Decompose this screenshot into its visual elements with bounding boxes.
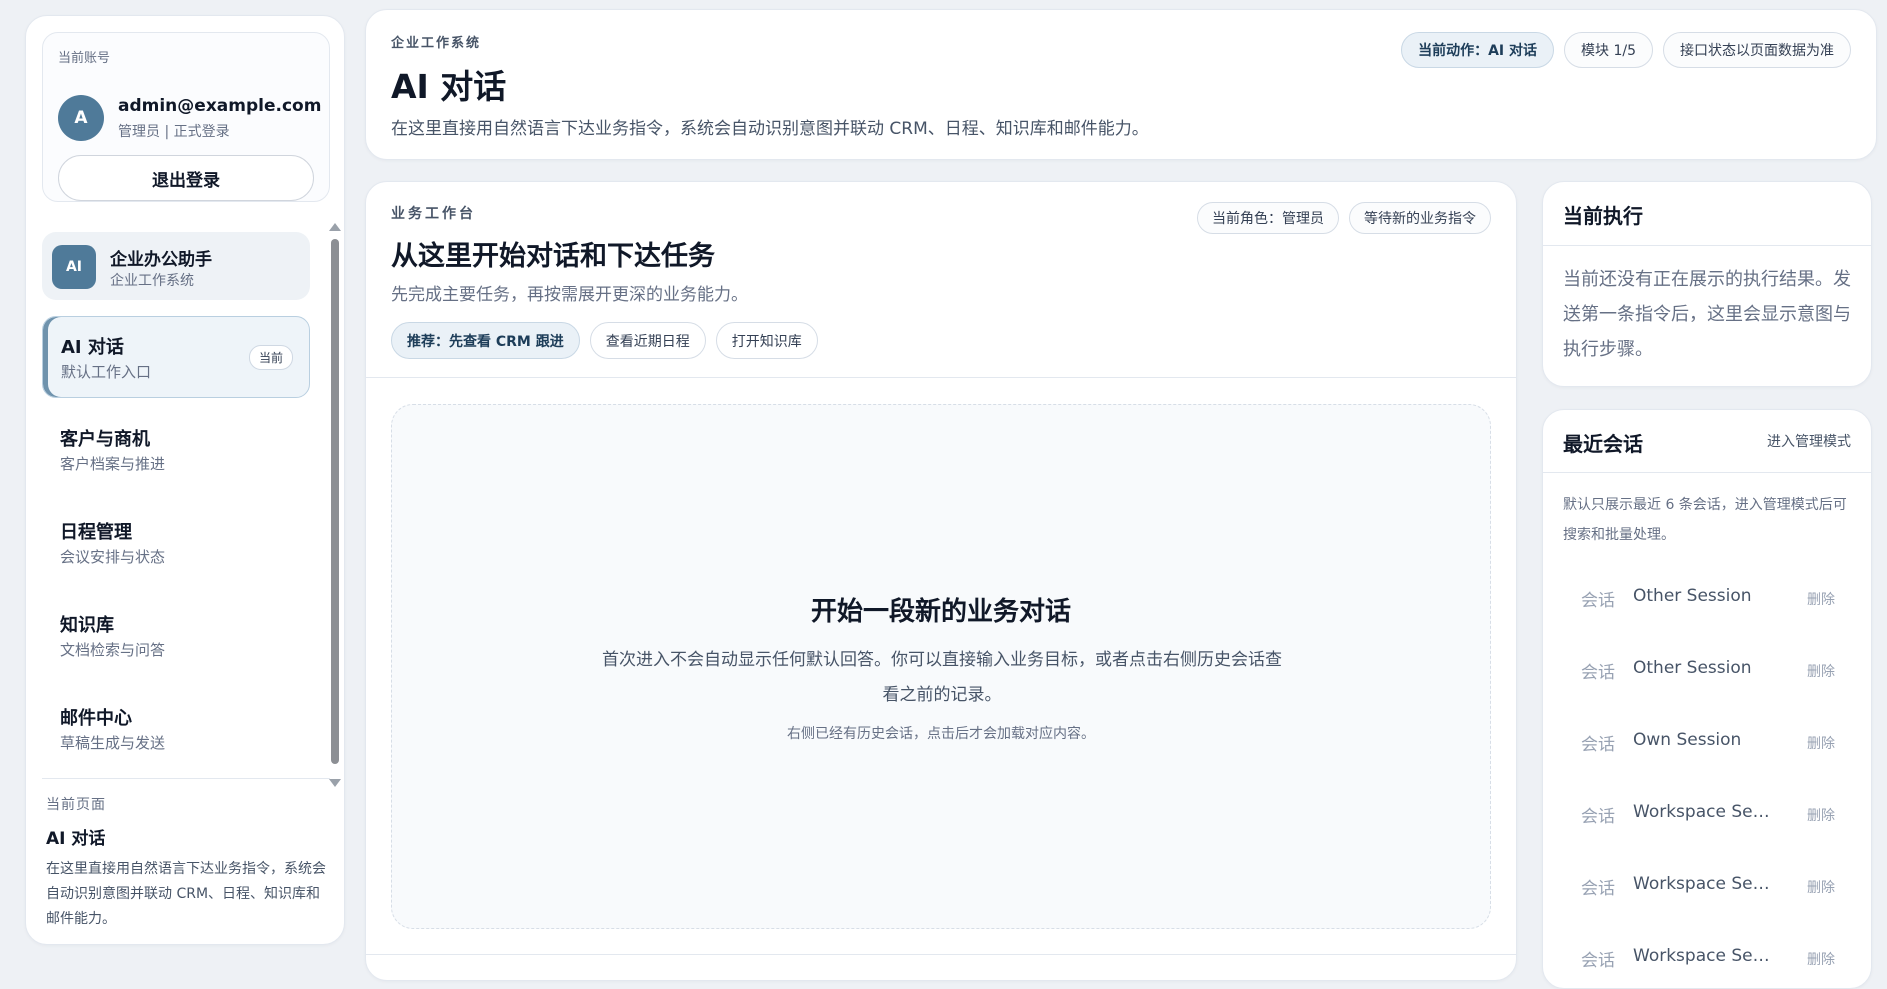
chat-empty-state: 开始一段新的业务对话 首次进入不会自动显示任何默认回答。你可以直接输入业务目标，…: [391, 404, 1491, 929]
session-list: 会话 Other Session 删除 会话 Other Session 删除 …: [1563, 570, 1853, 988]
sidebar-item-mail[interactable]: 邮件中心 草稿生成与发送: [42, 688, 310, 770]
workspace-bottom-divider: [366, 954, 1516, 955]
session-item[interactable]: 会话 Workspace Session 删除: [1563, 786, 1853, 858]
session-name: Other Session: [1633, 658, 1752, 678]
sidebar-scrollbar[interactable]: [329, 223, 341, 789]
workspace-eyebrow: 业务工作台: [391, 206, 476, 222]
current-page-label: 当前页面: [46, 797, 106, 813]
open-knowledge-button[interactable]: 打开知识库: [715, 322, 818, 359]
workspace-title: 从这里开始对话和下达任务: [391, 241, 715, 272]
sidebar-nav: AI 对话 默认工作入口 当前 客户与商机 客户档案与推进 日程管理 会议安排与…: [42, 316, 310, 781]
scrollbar-thumb[interactable]: [331, 239, 339, 764]
view-schedule-button[interactable]: 查看近期日程: [589, 322, 706, 359]
sidebar-item-desc: 草稿生成与发送: [60, 734, 166, 752]
sidebar-item-title: 邮件中心: [60, 708, 132, 729]
session-item[interactable]: 会话 Other Session 删除: [1563, 570, 1853, 642]
sidebar-item-title: AI 对话: [61, 337, 124, 358]
api-status-chip: 接口状态以页面数据为准: [1663, 32, 1851, 68]
sidebar-item-ai-chat[interactable]: AI 对话 默认工作入口 当前: [42, 316, 310, 398]
page-header: 企业工作系统 AI 对话 在这里直接用自然语言下达业务指令，系统会自动识别意图并…: [365, 9, 1877, 160]
session-name: Workspace Session: [1633, 802, 1778, 822]
sidebar-item-crm[interactable]: 客户与商机 客户档案与推进: [42, 409, 310, 491]
sidebar-item-desc: 文档检索与问答: [60, 641, 166, 659]
delete-session-button[interactable]: 删除: [1807, 805, 1835, 825]
sidebar-item-desc: 默认工作入口: [61, 363, 152, 381]
workspace-desc: 先完成主要任务，再按需展开更深的业务能力。: [391, 285, 748, 305]
header-eyebrow: 企业工作系统: [391, 36, 482, 51]
session-name: Other Session: [1633, 586, 1752, 606]
execution-panel: 当前执行 当前还没有正在展示的执行结果。发送第一条指令后，这里会显示意图与执行步…: [1542, 181, 1872, 387]
quick-actions: 推荐：先查看 CRM 跟进 查看近期日程 打开知识库: [391, 322, 818, 359]
sidebar-item-knowledge[interactable]: 知识库 文档检索与问答: [42, 595, 310, 677]
session-kind-label: 会话: [1581, 879, 1615, 899]
header-chips: 当前动作：AI 对话 模块 1/5 接口状态以页面数据为准: [1401, 32, 1851, 68]
role-chip: 当前角色：管理员: [1197, 202, 1339, 234]
brand-subtitle: 企业工作系统: [110, 273, 194, 289]
recent-sessions-panel: 最近会话 进入管理模式 默认只展示最近 6 条会话，进入管理模式后可搜索和批量处…: [1542, 409, 1872, 989]
delete-session-button[interactable]: 删除: [1807, 949, 1835, 969]
session-name: Own Session: [1633, 730, 1742, 750]
brand-logo: AI: [52, 245, 96, 289]
manage-mode-link[interactable]: 进入管理模式: [1767, 431, 1851, 451]
delete-session-button[interactable]: 删除: [1807, 877, 1835, 897]
session-kind-label: 会话: [1581, 663, 1615, 683]
workspace-divider: [366, 377, 1516, 378]
empty-state-desc: 首次进入不会自动显示任何默认回答。你可以直接输入业务目标，或者点击右侧历史会话查…: [602, 650, 1282, 705]
brand-block: AI 企业办公助手 企业工作系统: [42, 232, 310, 300]
sessions-divider: [1543, 472, 1871, 473]
current-page-desc: 在这里直接用自然语言下达业务指令，系统会自动识别意图并联动 CRM、日程、知识库…: [46, 861, 326, 927]
workspace-panel: 业务工作台 从这里开始对话和下达任务 先完成主要任务，再按需展开更深的业务能力。…: [365, 181, 1517, 981]
logout-button[interactable]: 退出登录: [58, 155, 314, 201]
page-title: AI 对话: [391, 67, 507, 106]
session-item[interactable]: 会话 Workspace Session 删除: [1563, 930, 1853, 988]
page-desc: 在这里直接用自然语言下达业务指令，系统会自动识别意图并联动 CRM、日程、知识库…: [391, 119, 1149, 139]
current-page-title: AI 对话: [46, 829, 106, 849]
sidebar-item-desc: 客户档案与推进: [60, 455, 166, 473]
scroll-up-icon[interactable]: [329, 223, 341, 231]
session-kind-label: 会话: [1581, 591, 1615, 611]
execution-desc: 当前还没有正在展示的执行结果。发送第一条指令后，这里会显示意图与执行步骤。: [1563, 269, 1851, 360]
workspace-chips: 当前角色：管理员 等待新的业务指令: [1197, 202, 1491, 234]
current-badge: 当前: [248, 345, 293, 370]
session-kind-label: 会话: [1581, 807, 1615, 827]
delete-session-button[interactable]: 删除: [1807, 733, 1835, 753]
account-role: 管理员 | 正式登录: [118, 124, 230, 140]
sessions-desc: 默认只展示最近 6 条会话，进入管理模式后可搜索和批量处理。: [1563, 497, 1847, 543]
sessions-title: 最近会话: [1563, 432, 1643, 456]
session-item[interactable]: 会话 Own Session 删除: [1563, 714, 1853, 786]
brand-name: 企业办公助手: [110, 250, 212, 270]
avatar: A: [58, 95, 104, 141]
empty-state-title: 开始一段新的业务对话: [810, 597, 1071, 627]
module-progress-chip: 模块 1/5: [1564, 32, 1653, 68]
execution-title: 当前执行: [1563, 204, 1643, 228]
sidebar-item-title: 客户与商机: [60, 429, 150, 450]
sidebar-item-desc: 会议安排与状态: [60, 548, 166, 566]
scroll-down-icon[interactable]: [329, 779, 341, 787]
session-item[interactable]: 会话 Other Session 删除: [1563, 642, 1853, 714]
session-name: Workspace Session: [1633, 874, 1778, 894]
account-email: admin@example.com: [118, 96, 322, 116]
session-item[interactable]: 会话 Workspace Session 删除: [1563, 858, 1853, 930]
delete-session-button[interactable]: 删除: [1807, 589, 1835, 609]
session-name: Workspace Session: [1633, 946, 1778, 966]
current-action-chip: 当前动作：AI 对话: [1401, 32, 1555, 68]
sidebar-item-title: 日程管理: [60, 522, 132, 543]
execution-divider: [1543, 245, 1871, 246]
recommend-crm-button[interactable]: 推荐：先查看 CRM 跟进: [391, 322, 580, 359]
sidebar-item-schedule[interactable]: 日程管理 会议安排与状态: [42, 502, 310, 584]
session-kind-label: 会话: [1581, 735, 1615, 755]
sidebar: 当前账号 A admin@example.com 管理员 | 正式登录 退出登录…: [25, 15, 345, 945]
waiting-status-chip: 等待新的业务指令: [1349, 202, 1491, 234]
session-kind-label: 会话: [1581, 951, 1615, 971]
empty-state-note: 右侧已经有历史会话，点击后才会加载对应内容。: [787, 726, 1095, 742]
current-page-panel: 当前页面 AI 对话 在这里直接用自然语言下达业务指令，系统会自动识别意图并联动…: [46, 794, 331, 932]
account-card: 当前账号 A admin@example.com 管理员 | 正式登录 退出登录: [42, 32, 330, 202]
sidebar-divider: [42, 778, 330, 779]
sidebar-item-title: 知识库: [60, 615, 114, 636]
delete-session-button[interactable]: 删除: [1807, 661, 1835, 681]
account-label: 当前账号: [58, 51, 111, 66]
